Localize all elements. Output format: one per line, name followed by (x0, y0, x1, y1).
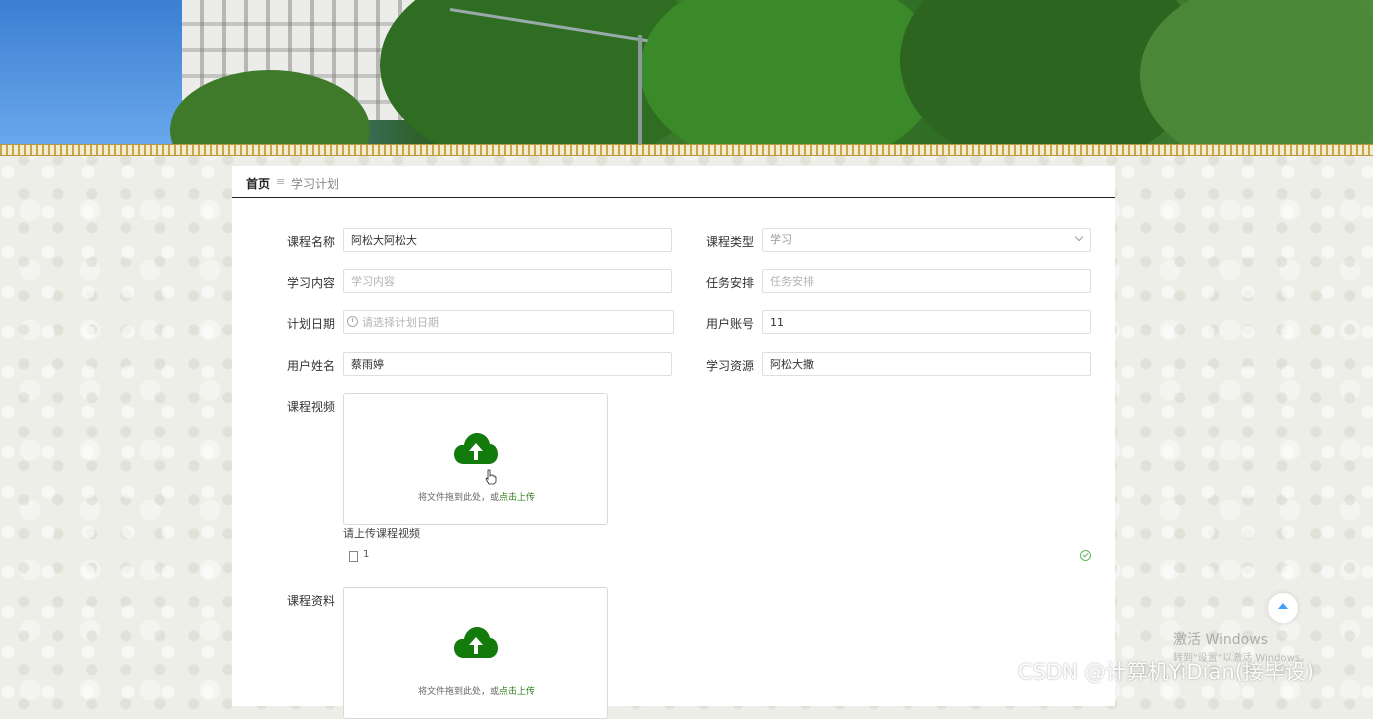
uploaded-file-name[interactable]: 1 (363, 549, 369, 560)
decorative-border (0, 144, 1373, 156)
course-material-label: 课程资料 (286, 594, 335, 608)
task-schedule-label: 任务安排 (705, 276, 754, 290)
breadcrumb-home[interactable]: 首页 (246, 175, 270, 192)
form-card: 首页 ≡ 学习计划 课程名称 课程类型 学习 学习内容 任务安排 计划日期 用户… (232, 166, 1115, 719)
study-resource-input[interactable] (762, 352, 1091, 376)
plan-date-label: 计划日期 (286, 317, 335, 331)
chevron-down-icon (1074, 232, 1084, 242)
study-content-label: 学习内容 (286, 276, 335, 290)
user-account-label: 用户账号 (705, 317, 754, 331)
uploaded-file-item[interactable]: 1 (343, 548, 1091, 564)
plan-date-input[interactable] (359, 311, 665, 333)
course-type-select[interactable]: 学习 (762, 228, 1091, 252)
task-schedule-input[interactable] (762, 269, 1091, 293)
course-name-input[interactable] (343, 228, 672, 252)
clock-icon (347, 316, 358, 327)
document-icon (349, 551, 358, 562)
breadcrumb: 首页 ≡ 学习计划 (232, 166, 1115, 198)
study-resource-label: 学习资源 (705, 359, 754, 373)
plan-date-picker[interactable] (343, 310, 674, 334)
course-video-upload-dropzone[interactable]: 将文件拖到此处，或点击上传 (343, 393, 608, 525)
course-material-upload-dropzone[interactable]: 将文件拖到此处，或点击上传 (343, 587, 608, 719)
user-account-input[interactable] (762, 310, 1091, 334)
cloud-upload-icon (454, 433, 498, 464)
header-banner-image (0, 0, 1373, 146)
windows-activation-watermark: 激活 Windows (1173, 632, 1268, 648)
breadcrumb-current: 学习计划 (291, 177, 340, 191)
course-name-label: 课程名称 (286, 235, 335, 249)
course-type-label: 课程类型 (705, 235, 754, 249)
course-video-upload-text: 将文件拖到此处，或点击上传 (417, 493, 536, 503)
csdn-watermark: CSDN @计算机YiDian(接毕设) (1018, 660, 1315, 684)
course-video-upload-link[interactable]: 点击上传 (499, 493, 535, 503)
course-material-upload-link[interactable]: 点击上传 (499, 687, 535, 697)
cloud-upload-icon (454, 627, 498, 658)
hand-cursor-icon (485, 469, 497, 485)
user-name-input[interactable] (343, 352, 672, 376)
breadcrumb-separator: ≡ (276, 175, 286, 188)
study-content-input[interactable] (343, 269, 672, 293)
back-to-top-button[interactable] (1268, 593, 1298, 623)
user-name-label: 用户姓名 (286, 359, 335, 373)
course-video-label: 课程视频 (286, 400, 335, 414)
course-video-hint: 请上传课程视频 (343, 527, 420, 540)
course-material-upload-text: 将文件拖到此处，或点击上传 (417, 687, 536, 697)
course-type-value: 学习 (770, 233, 792, 246)
upload-success-icon (1080, 550, 1091, 561)
